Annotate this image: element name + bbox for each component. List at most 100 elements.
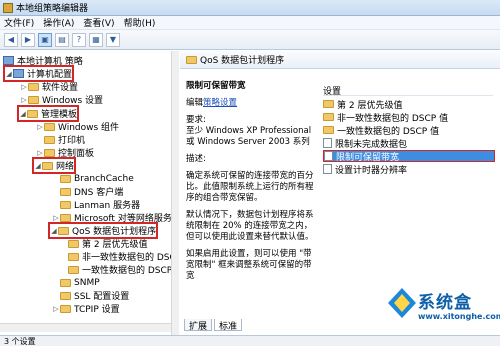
tree-item-windows-components[interactable]: ▷ Windows 组件	[36, 120, 119, 133]
tree-item-dns-client[interactable]: DNS 客户端	[52, 185, 123, 198]
watermark-logo-icon	[388, 288, 416, 318]
tree-item-software-settings[interactable]: ▷ 软件设置	[20, 80, 78, 93]
folder-icon	[60, 200, 71, 209]
folder-icon	[60, 291, 71, 300]
tree-item-branchcache[interactable]: BranchCache	[52, 172, 134, 185]
help-icon[interactable]: ?	[72, 32, 86, 47]
collapse-arrow-icon[interactable]: ◢	[50, 227, 58, 235]
app-icon	[3, 2, 13, 13]
folder-icon	[60, 278, 71, 287]
collapse-arrow-icon[interactable]: ◢	[19, 110, 27, 118]
tree-item-computer-config[interactable]: ◢ 计算机配置	[2, 65, 75, 82]
window-title: 本地组策略编辑器	[16, 4, 89, 14]
tree-horizontal-scrollbar[interactable]	[0, 323, 171, 332]
tree-item-snmp[interactable]: SNMP	[52, 276, 100, 289]
back-icon[interactable]: ◀	[4, 32, 18, 47]
tree-item-windows-settings[interactable]: ▷ Windows 设置	[20, 93, 103, 106]
tree-item-nonconforming-dscp[interactable]: 非一致性数据包的 DSCI	[68, 250, 178, 263]
folder-icon	[323, 100, 334, 108]
folder-icon	[60, 213, 71, 222]
title-bar: 本地组策略编辑器	[0, 0, 500, 16]
tree-item-qos-scheduler[interactable]: ◢ QoS 数据包计划程序	[47, 222, 159, 239]
collapse-arrow-icon[interactable]: ◢	[34, 162, 42, 170]
folder-icon	[44, 135, 55, 144]
list-item[interactable]: 设置计时器分辨率	[323, 163, 495, 176]
menu-action[interactable]: 操作(A)	[43, 16, 74, 29]
collapse-arrow-icon[interactable]: ◢	[5, 70, 13, 78]
list-item-selected[interactable]: 限制可保留带宽	[323, 150, 495, 163]
description-text: 确定系统可保留的连接带宽的百分比。此值限制系统上运行的所有程序的组合带宽保留。	[186, 171, 314, 203]
folder-icon	[323, 113, 334, 121]
watermark-url: www.xitonghe.com	[418, 312, 500, 321]
policy-tree: 本地计算机 策略 ◢ 计算机配置 ▷ 软件设置 ▷ Windows 设置 ◢ 管理模板 …	[0, 51, 179, 335]
tree-vertical-scrollbar[interactable]	[171, 51, 179, 335]
list-item[interactable]: 非一致性数据包的 DSCP 值	[323, 111, 495, 124]
folder-icon	[44, 148, 55, 157]
tree-item-admin-templates[interactable]: ◢ 管理模板	[16, 105, 80, 122]
tree-item-p2p-services[interactable]: ▷ Microsoft 对等网络服务	[52, 211, 172, 224]
tab-standard[interactable]: 标准	[214, 319, 243, 332]
expand-arrow-icon[interactable]: ▷	[36, 123, 44, 131]
folder-icon	[68, 265, 79, 274]
edit-policy-link[interactable]: 策略设置	[203, 98, 237, 108]
folder-icon	[28, 82, 39, 91]
expand-arrow-icon[interactable]: ▷	[52, 305, 60, 313]
tree-item-tcpip-settings[interactable]: ▷ TCPIP 设置	[52, 302, 120, 315]
watermark-brand: 系统盒	[418, 293, 472, 313]
edit-line: 编辑策略设置	[186, 98, 238, 108]
filter-icon[interactable]: ▼	[106, 32, 120, 47]
expand-arrow-icon[interactable]: ▷	[36, 149, 44, 157]
menu-bar: 文件(F) 操作(A) 查看(V) 帮助(H)	[0, 16, 500, 30]
list-item[interactable]: 限制未完成数据包	[323, 137, 495, 150]
folder-icon	[42, 161, 53, 170]
tree-item-control-panel[interactable]: ▷ 控制面板	[36, 146, 94, 159]
folder-icon	[60, 174, 71, 183]
menu-file[interactable]: 文件(F)	[4, 16, 34, 29]
view-icon[interactable]: ▦	[89, 32, 103, 47]
folder-icon	[58, 226, 69, 235]
folder-icon	[186, 55, 197, 64]
details-header: QoS 数据包计划程序	[180, 51, 500, 69]
description-text-2: 默认情况下，数据包计划程序将系统限制在 20% 的连接带宽之内，但可以使用此设置…	[186, 210, 314, 242]
expand-arrow-icon[interactable]: ▷	[20, 83, 28, 91]
view-tabs: 扩展 标准	[184, 319, 243, 332]
folder-up-icon[interactable]: ▣	[38, 32, 52, 47]
policy-setting-icon	[323, 164, 332, 174]
status-bar: 3 个设置	[0, 335, 500, 346]
folder-icon	[60, 187, 71, 196]
tab-extended[interactable]: 扩展	[184, 319, 213, 332]
description-text-3: 如果启用此设置，则可以使用 "带宽限制" 框来调整系统可保留的带宽	[186, 249, 312, 281]
expand-arrow-icon[interactable]: ▷	[20, 96, 28, 104]
computer-icon	[13, 69, 24, 78]
folder-icon	[27, 109, 38, 118]
menu-help[interactable]: 帮助(H)	[124, 16, 156, 29]
list-item[interactable]: 第 2 层优先级值	[323, 98, 495, 111]
list-item[interactable]: 一致性数据包的 DSCP 值	[323, 124, 495, 137]
tree-item-ssl-config[interactable]: SSL 配置设置	[52, 289, 129, 302]
expand-arrow-icon[interactable]: ▷	[52, 214, 60, 222]
computer-icon	[3, 56, 14, 65]
tree-item-layer2-priority[interactable]: 第 2 层优先级值	[68, 237, 147, 250]
properties-icon[interactable]: ▤	[55, 32, 69, 47]
policy-setting-icon	[323, 138, 332, 148]
tree-item-lanman-server[interactable]: Lanman 服务器	[52, 198, 140, 211]
folder-icon	[68, 252, 79, 261]
folder-icon	[60, 304, 71, 313]
forward-icon[interactable]: ▶	[21, 32, 35, 47]
policy-title: 限制可保留带宽	[186, 81, 246, 91]
settings-column-header[interactable]: 设置	[323, 84, 493, 97]
folder-icon	[68, 239, 79, 248]
description-label: 描述:	[186, 154, 206, 164]
menu-view[interactable]: 查看(V)	[83, 16, 114, 29]
tree-item-printers[interactable]: 打印机	[36, 133, 85, 146]
folder-icon	[323, 126, 334, 134]
tree-item-conforming-dscp[interactable]: 一致性数据包的 DSCP 值	[68, 263, 178, 276]
toolbar: ◀ ▶ ▣ ▤ ? ▦ ▼	[0, 30, 500, 50]
watermark: 系统盒 www.xitonghe.com	[388, 282, 500, 334]
requirements: 要求: 至少 Windows XP Professional 或 Windows …	[186, 115, 312, 147]
policy-setting-icon	[324, 151, 333, 161]
folder-icon	[28, 95, 39, 104]
tree-root[interactable]: 本地计算机 策略	[3, 54, 83, 67]
policy-description: 限制可保留带宽 编辑策略设置 要求: 至少 Windows XP Professi…	[186, 81, 314, 288]
tree-item-network[interactable]: ◢ 网络	[31, 157, 77, 174]
